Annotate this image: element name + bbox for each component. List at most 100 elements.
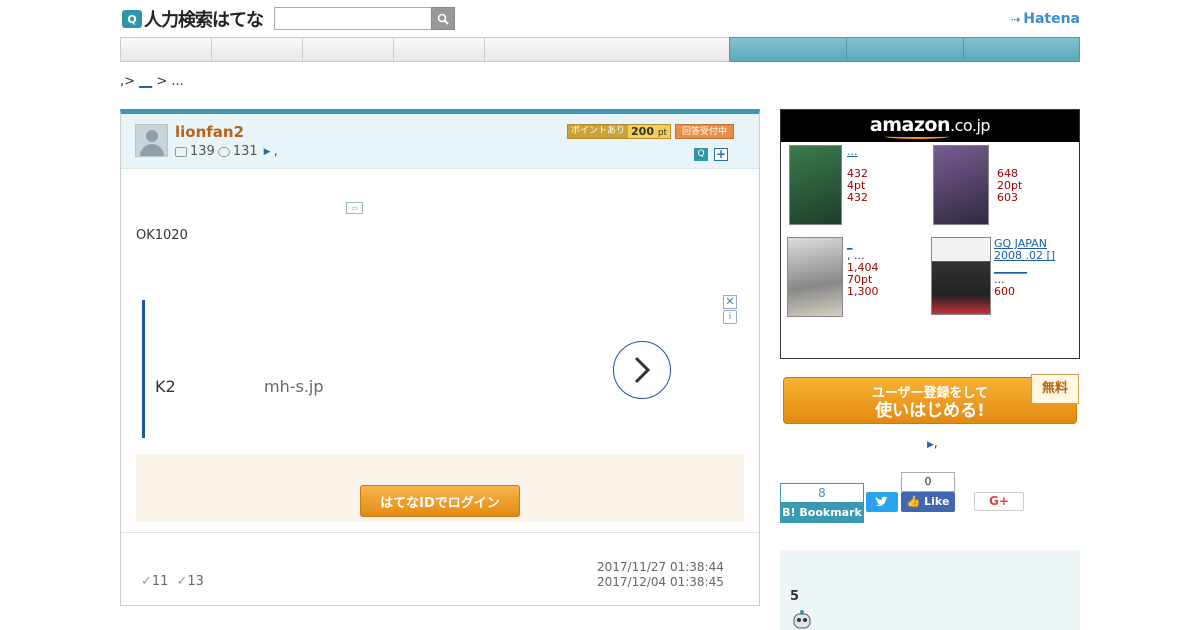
thumbs-up-icon: 👍	[906, 495, 921, 508]
point-badge: ポイントあり 200 pt	[567, 124, 672, 139]
check-count-1: ✓11	[141, 574, 168, 589]
product-info-4: GQ JAPAN 2008 .02 [] ______ ... 600	[994, 238, 1076, 298]
point-number: 200	[631, 125, 654, 138]
product-title-1[interactable]: ...	[847, 146, 868, 158]
product-used-1: 432	[847, 191, 868, 204]
register-link[interactable]: ▶,	[927, 436, 938, 450]
arrow-right-icon: ▶	[927, 440, 934, 450]
check-counts: ✓11 ✓13	[141, 574, 204, 589]
nav-tab-2[interactable]	[211, 37, 302, 62]
answers-panel: 5	[780, 550, 1080, 630]
breadcrumb-current: ...	[171, 74, 184, 89]
hatena-logo[interactable]: ⇢ Hatena	[1011, 11, 1080, 27]
product-cover-2[interactable]	[933, 145, 989, 225]
nav-tab-4[interactable]	[393, 37, 484, 62]
check-count-2: ✓13	[176, 574, 203, 589]
question-dates: 2017/11/27 01:38:44 2017/12/04 01:38:45	[597, 560, 724, 590]
nav-tab-blue-1[interactable]	[729, 37, 846, 62]
date-closes: 2017/12/04 01:38:45	[597, 575, 724, 589]
hatena-logo-text: Hatena	[1023, 11, 1080, 27]
tweet-button[interactable]	[866, 492, 898, 512]
nav-tab-1[interactable]	[120, 37, 211, 62]
nav-tab-3[interactable]	[302, 37, 393, 62]
chevron-right-icon	[634, 356, 651, 384]
product-used-2: 603	[997, 191, 1018, 204]
twitter-bird-icon	[875, 496, 888, 506]
logo-text: 人力検索はてな	[144, 10, 264, 31]
stats-suffix: ,	[273, 144, 278, 159]
breadcrumb-sep: >	[156, 74, 168, 89]
robot-avatar-icon	[793, 610, 811, 629]
question-count-icon	[175, 146, 187, 157]
hatena-mark-icon: ⇢	[1011, 12, 1021, 26]
hatebu-count: 8	[780, 483, 864, 503]
date-posted: 2017/11/27 01:38:44	[597, 560, 724, 574]
ad-arrow-button[interactable]	[613, 341, 671, 399]
product-used-3: 1,300	[847, 285, 879, 298]
nav-tab-blue-3[interactable]	[963, 37, 1080, 62]
breadcrumb-sep: ,>	[120, 74, 136, 89]
question-body: OK1020	[136, 228, 188, 243]
ad-accent-bar	[142, 300, 145, 438]
product-cover-4[interactable]	[931, 237, 991, 315]
breadcrumb-link[interactable]: __	[139, 74, 152, 89]
product-info-3: _ , ... 1,404 70pt 1,300	[847, 238, 879, 298]
product-cover-3[interactable]	[787, 237, 843, 317]
divider	[121, 532, 759, 533]
search-similar-icon[interactable]: Q	[694, 148, 708, 161]
check-count-1-value: 11	[151, 574, 169, 589]
ad-domain[interactable]: mh-s.jp	[264, 377, 324, 396]
search-button[interactable]	[431, 7, 455, 30]
login-box: はてなIDでログイン	[136, 454, 744, 522]
add-icon[interactable]: +	[714, 148, 728, 161]
register-line-2: 使いはじめる!	[875, 401, 985, 421]
login-button[interactable]: はてなIDでログイン	[360, 485, 520, 517]
site-logo[interactable]: Q 人力検索はてな	[122, 8, 264, 31]
check-icon: ✓	[176, 574, 188, 589]
nav-tab-5[interactable]	[484, 37, 729, 62]
breadcrumb: ,> __ > ...	[120, 74, 184, 89]
amazon-logo[interactable]: amazon.co.jp	[781, 110, 1079, 142]
fb-like-count: 0	[901, 472, 955, 492]
image-placeholder-icon: ▭	[346, 202, 363, 214]
avatar[interactable]	[135, 124, 168, 157]
ad-block[interactable]: K2 mh-s.jp ✕ i	[136, 292, 737, 442]
username-link[interactable]: lionfan2	[175, 123, 244, 141]
gplus-button[interactable]: G+	[974, 492, 1024, 511]
product-info-1: ... 432 4pt 432	[847, 146, 868, 204]
search-input[interactable]	[274, 7, 432, 30]
question-panel: lionfan2 139 131 ▶ , ポイントあり 200 pt 回答受付中…	[120, 109, 760, 606]
register-link-text: ,	[933, 436, 938, 450]
check-icon: ✓	[141, 574, 152, 589]
fb-like-label: Like	[924, 495, 950, 508]
free-badge: 無料	[1031, 374, 1079, 404]
product-cover-1[interactable]	[789, 145, 842, 225]
nav-tab-blue-2[interactable]	[846, 37, 963, 62]
search-icon	[437, 13, 449, 25]
answer-count-icon	[217, 146, 230, 157]
expand-arrow-icon[interactable]: ▶	[264, 147, 271, 157]
question-count: 139	[190, 144, 215, 159]
amazon-domain: .co.jp	[950, 116, 991, 135]
answers-count: 5	[790, 589, 800, 604]
check-count-2-value: 13	[187, 574, 204, 589]
ad-info-icon[interactable]: i	[723, 310, 737, 324]
amazon-widget: amazon.co.jp ... 432 4pt 432 648 20pt 60…	[780, 109, 1080, 359]
point-label: ポイントあり	[568, 125, 629, 138]
status-badge: 回答受付中	[675, 124, 735, 139]
product-price-4: 600	[994, 285, 1015, 298]
question-header: lionfan2 139 131 ▶ , ポイントあり 200 pt 回答受付中…	[121, 114, 759, 169]
hatebu-button[interactable]: B! Bookmark	[780, 503, 864, 523]
ad-title[interactable]: K2	[155, 377, 176, 396]
main-nav	[120, 37, 1080, 62]
user-stats: 139 131 ▶ ,	[175, 144, 278, 159]
answer-count: 131	[232, 144, 258, 159]
ad-close-icon[interactable]: ✕	[723, 295, 737, 309]
product-title-4[interactable]: GQ JAPAN 2008 .02 [] ______	[994, 238, 1076, 274]
answer-avatar[interactable]	[790, 608, 814, 630]
point-unit: pt	[657, 128, 668, 138]
amazon-brand: amazon	[869, 114, 951, 136]
amazon-smile-icon	[885, 134, 949, 139]
fb-like-button[interactable]: 👍 Like	[901, 492, 955, 512]
product-info-2: 648 20pt 603	[997, 146, 1022, 204]
